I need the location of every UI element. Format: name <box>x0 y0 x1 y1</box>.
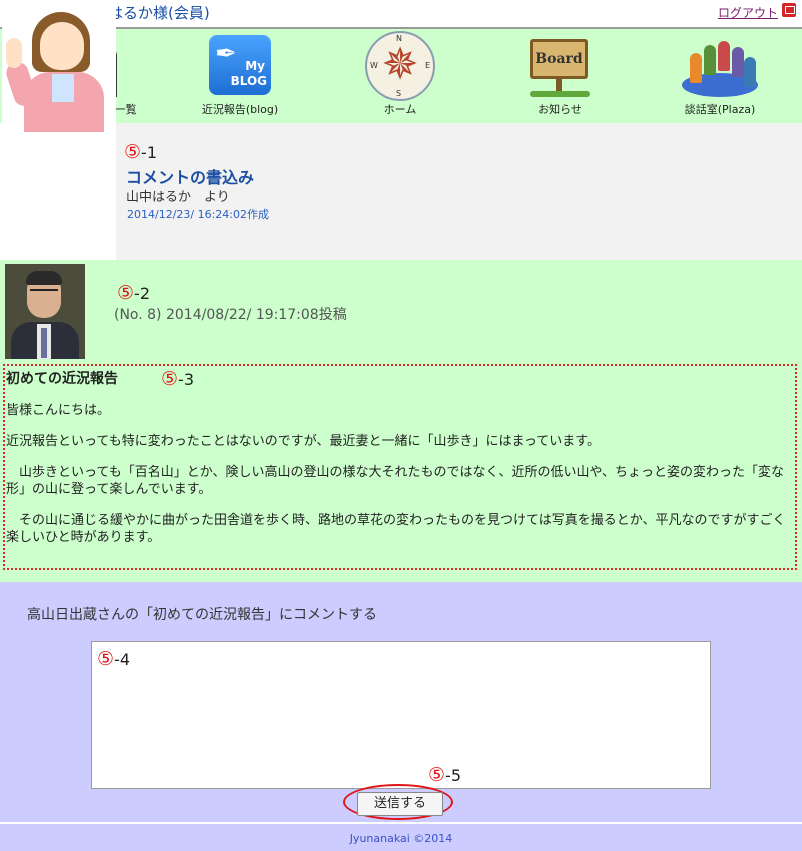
comment-created-date: 2014/12/23/ 16:24:02作成 <box>127 208 270 221</box>
annotation-marker-3: ⑤-3 <box>161 368 194 390</box>
author-avatar <box>5 264 85 359</box>
main-nav: メッセージ＆ 会員一覧 ✒ My BLOG 近況報告(blog) N S W E… <box>0 27 802 125</box>
post-paragraph: その山に通じる緩やかに曲がった田舎道を歩く時、路地の草花の変わったものを見つけて… <box>6 513 786 545</box>
footer: Jyunanakai ©2014 <box>0 822 802 851</box>
post-body: 皆様こんにちは。 近況報告といっても特に変わったことはないのですが、最近妻と一緒… <box>6 402 796 560</box>
annotation-marker-4: ⑤-4 <box>97 648 130 670</box>
nav-label-plaza: 談話室(Plaza) <box>684 103 756 116</box>
annotation-marker-2: ⑤-2 <box>117 282 150 304</box>
post-paragraph: 皆様こんにちは。 <box>6 403 111 418</box>
comment-title: コメントの書込み <box>126 168 255 187</box>
post-title: 初めての近況報告 <box>6 371 118 387</box>
comment-header-section <box>0 123 802 260</box>
annotation-marker-5: ⑤-5 <box>428 764 461 786</box>
user-avatar <box>2 4 116 132</box>
compass-icon: N S W E ✵ <box>365 31 435 101</box>
plaza-icon <box>682 35 758 99</box>
board-icon: Board <box>530 35 590 97</box>
post-paragraph: 山歩きといっても「百名山」とか、険しい高山の登山の様な大それたものではなく、近所… <box>6 465 785 497</box>
comment-textarea[interactable] <box>91 641 711 789</box>
nav-item-home[interactable]: N S W E ✵ ホーム <box>320 29 480 123</box>
post-meta: (No. 8) 2014/08/22/ 19:17:08投稿 <box>114 307 347 323</box>
nav-label-home: ホーム <box>383 103 417 116</box>
blog-icon: ✒ My BLOG <box>209 35 271 95</box>
nav-label-notices: お知らせ <box>538 103 582 116</box>
top-bar: ようこそ！山中はるか様(会員) ログアウト <box>0 0 802 27</box>
comment-prompt: 高山日出蔵さんの「初めての近況報告」にコメントする <box>27 607 377 623</box>
logout-icon[interactable] <box>782 3 796 17</box>
footer-copyright: Jyunanakai ©2014 <box>349 832 453 845</box>
logout-link[interactable]: ログアウト <box>718 4 778 21</box>
nav-item-notices[interactable]: Board お知らせ <box>480 29 640 123</box>
nav-item-blog[interactable]: ✒ My BLOG 近況報告(blog) <box>160 29 320 123</box>
submit-button[interactable]: 送信する <box>357 792 443 816</box>
comment-from: 山中はるか より <box>126 190 230 205</box>
post-paragraph: 近況報告といっても特に変わったことはないのですが、最近妻と一緒に「山歩き」にはま… <box>6 434 600 449</box>
annotation-marker-1: ⑤-1 <box>124 141 157 163</box>
nav-label-blog: 近況報告(blog) <box>201 103 279 116</box>
nav-item-plaza[interactable]: 談話室(Plaza) <box>640 29 800 123</box>
